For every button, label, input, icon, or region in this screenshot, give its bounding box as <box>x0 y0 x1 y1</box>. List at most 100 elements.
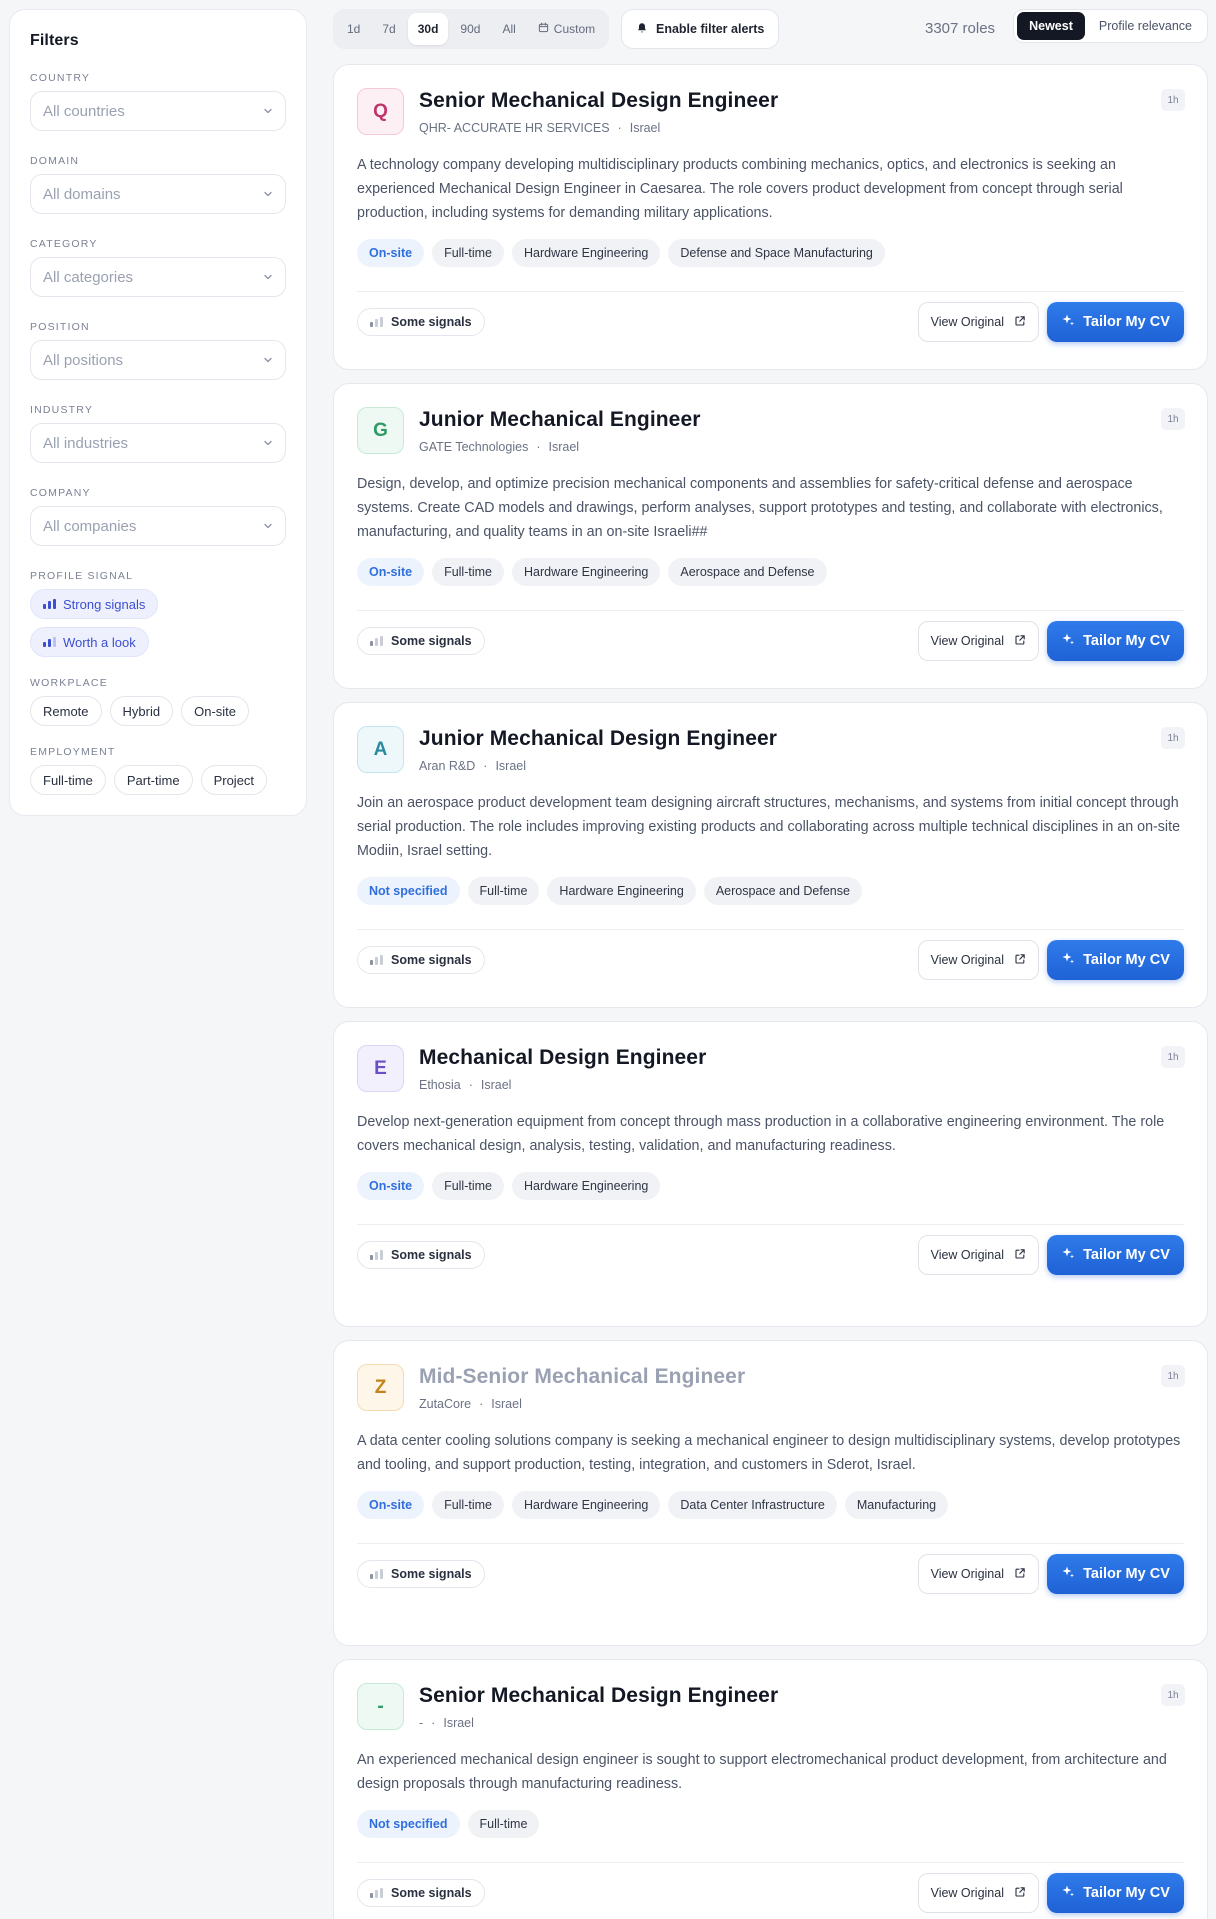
domain-select[interactable]: All domains <box>30 174 286 214</box>
tailor-cv-button[interactable]: Tailor My CV <box>1047 621 1184 661</box>
job-tag: Full-time <box>432 558 504 586</box>
view-original-button[interactable]: View Original <box>917 940 1039 980</box>
company-logo: Z <box>357 1364 404 1411</box>
job-tags: On-site Full-time Hardware Engineering <box>357 1172 661 1200</box>
job-tags: On-site Full-time Hardware Engineering Aero… <box>357 558 827 586</box>
tailor-cv-button[interactable]: Tailor My CV <box>1047 1235 1184 1275</box>
company-label: COMPANY <box>30 487 91 499</box>
job-title[interactable]: Senior Mechanical Design Engineer <box>419 89 778 113</box>
signal-bars-icon <box>370 636 383 646</box>
view-original-button[interactable]: View Original <box>917 1554 1039 1594</box>
view-original-button[interactable]: View Original <box>917 621 1039 661</box>
industry-select[interactable]: All industries <box>30 423 286 463</box>
posted-age-badge: 1h <box>1161 727 1185 749</box>
job-title[interactable]: Junior Mechanical Engineer <box>419 408 701 432</box>
signal-bars-icon <box>370 955 383 965</box>
job-title[interactable]: Junior Mechanical Design Engineer <box>419 727 777 751</box>
range-custom[interactable]: Custom <box>528 13 605 45</box>
tailor-cv-button[interactable]: Tailor My CV <box>1047 302 1184 342</box>
sort-profile-relevance[interactable]: Profile relevance <box>1087 12 1204 40</box>
job-description: An experienced mechanical design enginee… <box>357 1752 1167 1792</box>
job-tag: Full-time <box>432 1491 504 1519</box>
job-card[interactable]: A Junior Mechanical Design Engineer Aran R… <box>333 702 1208 1008</box>
view-original-button[interactable]: View Original <box>917 1873 1039 1913</box>
workplace-remote-chip[interactable]: Remote <box>30 696 102 726</box>
company-initial: Z <box>374 1376 387 1398</box>
roles-count: 3307 roles <box>925 20 996 37</box>
domain-label: DOMAIN <box>30 155 80 167</box>
separator: · <box>468 1078 473 1092</box>
view-original-label: View Original <box>930 1567 1004 1581</box>
job-card[interactable]: E Mechanical Design Engineer Ethosia · Israe… <box>333 1021 1208 1327</box>
chevron-down-icon <box>263 355 273 365</box>
company-initial: E <box>374 1057 387 1079</box>
sparkle-icon <box>1061 313 1075 331</box>
job-tag: Defense and Space Manufacturing <box>668 239 885 267</box>
view-original-button[interactable]: View Original <box>917 1235 1039 1275</box>
company-name: - <box>419 1716 424 1730</box>
job-card[interactable]: Z Mid-Senior Mechanical Engineer ZutaCore ·… <box>333 1340 1208 1646</box>
job-title[interactable]: Mechanical Design Engineer <box>419 1046 706 1070</box>
job-tag: Full-time <box>467 877 540 905</box>
job-tag: Hardware Engineering <box>511 1172 661 1200</box>
workplace-hybrid-chip[interactable]: Hybrid <box>109 696 174 726</box>
separator: · <box>431 1716 436 1730</box>
tailor-cv-button[interactable]: Tailor My CV <box>1047 940 1184 980</box>
employment-fulltime-chip[interactable]: Full-time <box>30 765 106 795</box>
signals-label: Some signals <box>391 953 472 967</box>
location-type-tag: On-site <box>357 1172 425 1200</box>
job-tag: Hardware Engineering <box>511 1491 661 1519</box>
position-label: POSITION <box>30 321 90 333</box>
country-select[interactable]: All countries <box>30 91 286 131</box>
job-card[interactable]: Q Senior Mechanical Design Engineer QHR- A… <box>333 64 1208 370</box>
tailor-cv-label: Tailor My CV <box>1083 952 1170 968</box>
view-original-button[interactable]: View Original <box>917 302 1039 342</box>
filters-sidebar: Filters COUNTRY All countries DOMAIN All… <box>9 9 307 816</box>
job-country: Israel <box>480 1078 512 1092</box>
job-meta: ZutaCore · Israel <box>419 1397 522 1411</box>
signals-label: Some signals <box>391 1248 472 1262</box>
tailor-cv-button[interactable]: Tailor My CV <box>1047 1873 1184 1913</box>
strong-signals-label: Strong signals <box>63 596 146 612</box>
sort-newest[interactable]: Newest <box>1017 12 1085 40</box>
employment-parttime-chip[interactable]: Part-time <box>113 765 193 795</box>
company-logo: - <box>357 1683 404 1730</box>
position-select[interactable]: All positions <box>30 340 286 380</box>
job-card[interactable]: G Junior Mechanical Engineer GATE Technolo… <box>333 383 1208 689</box>
tailor-cv-label: Tailor My CV <box>1083 314 1170 330</box>
card-divider <box>357 1224 1184 1225</box>
job-card[interactable]: - Senior Mechanical Design Engineer - · Isra… <box>333 1659 1208 1919</box>
employment-project-chip[interactable]: Project <box>200 765 268 795</box>
range-1d[interactable]: 1d <box>337 13 370 45</box>
industry-value: All industries <box>43 434 129 452</box>
range-custom-label: Custom <box>553 22 596 36</box>
category-select[interactable]: All categories <box>30 257 286 297</box>
view-original-label: View Original <box>930 1886 1004 1900</box>
job-country: Israel <box>491 1397 522 1411</box>
signal-bars-icon <box>43 599 56 609</box>
job-title[interactable]: Mid-Senior Mechanical Engineer <box>419 1365 745 1389</box>
job-title[interactable]: Senior Mechanical Design Engineer <box>419 1684 778 1708</box>
range-all[interactable]: All <box>492 13 525 45</box>
range-30d[interactable]: 30d <box>407 13 449 45</box>
company-initial: Q <box>373 100 388 122</box>
tailor-cv-button[interactable]: Tailor My CV <box>1047 1554 1184 1594</box>
range-90d[interactable]: 90d <box>450 13 490 45</box>
company-select[interactable]: All companies <box>30 506 286 546</box>
job-tags: On-site Full-time Hardware Engineering Defe… <box>357 239 885 267</box>
separator: · <box>483 759 488 773</box>
tailor-cv-label: Tailor My CV <box>1083 633 1170 649</box>
range-7d[interactable]: 7d <box>372 13 405 45</box>
signals-label: Some signals <box>391 315 472 329</box>
worth-a-look-chip[interactable]: Worth a look <box>30 627 149 657</box>
company-name: Ethosia <box>419 1078 461 1092</box>
separator: · <box>536 440 541 454</box>
card-divider <box>357 929 1184 930</box>
location-type-tag: Not specified <box>357 877 460 905</box>
workplace-onsite-chip[interactable]: On-site <box>181 696 250 726</box>
company-name: QHR- ACCURATE HR SERVICES <box>419 121 610 135</box>
strong-signals-chip[interactable]: Strong signals <box>30 589 159 619</box>
job-country: Israel <box>443 1716 474 1730</box>
job-tag: Data Center Infrastructure <box>668 1491 837 1519</box>
enable-alerts-button[interactable]: Enable filter alerts <box>621 9 780 49</box>
